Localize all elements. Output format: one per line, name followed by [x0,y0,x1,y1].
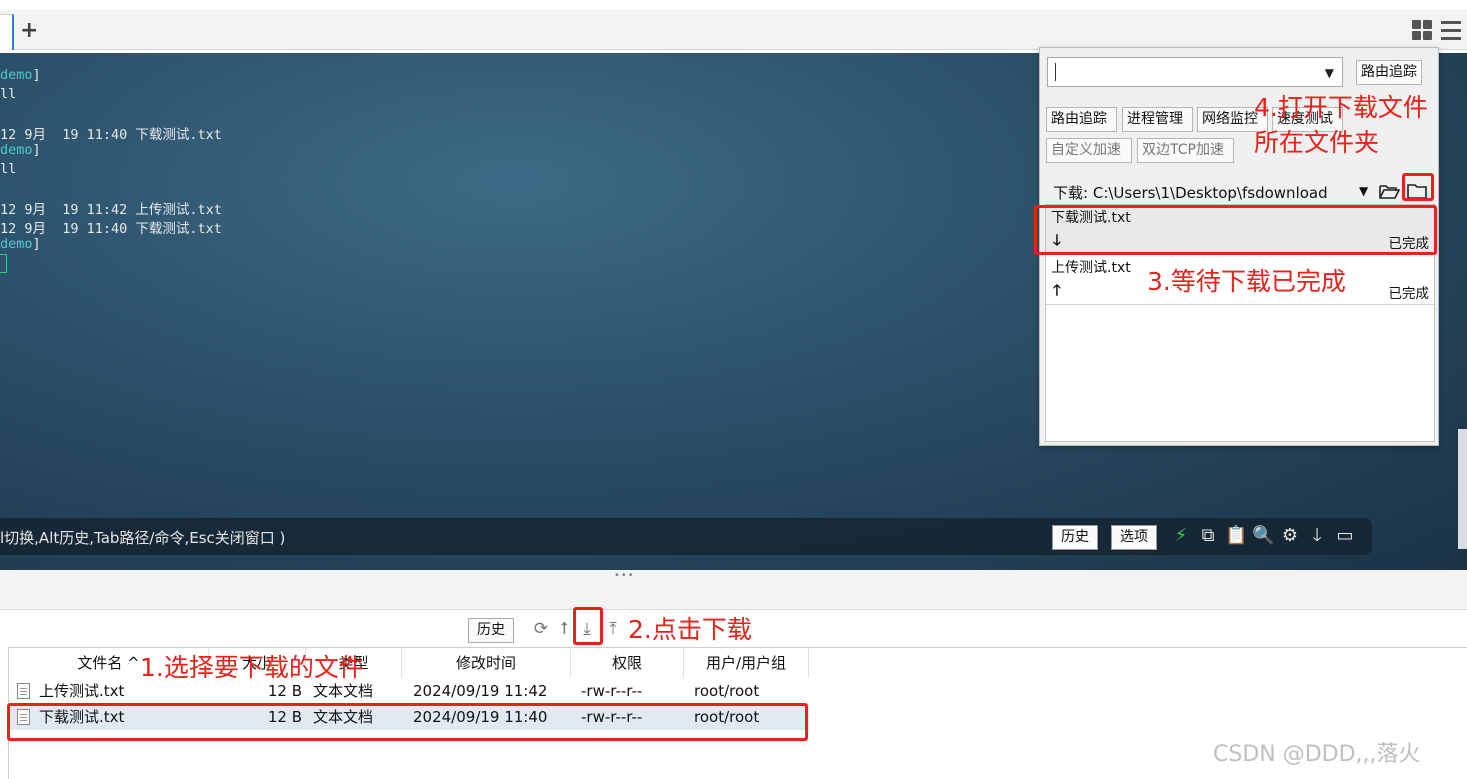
add-tab-button[interactable]: + [20,18,38,44]
annotation-step2: 2.点击下载 [628,615,752,644]
terminal-line: ll [0,161,17,177]
arrow-down-icon[interactable]: 🡓 [1307,525,1327,547]
annotation-box-folder [1402,173,1434,201]
upload-icon[interactable]: ⤒ [603,618,623,640]
transfer-status: 已完成 [1388,286,1430,302]
lightning-icon[interactable]: ⚡ [1171,525,1191,547]
options-button[interactable]: 选项 [1111,525,1157,550]
terminal-line: 12 9月 19 11:40 下载测试.txt [0,127,222,143]
chevron-down-icon[interactable]: ▼ [1359,184,1368,198]
terminal-line: ll [0,86,17,102]
watermark: CSDN @DDD,,,落火 [1213,742,1421,767]
paste-icon[interactable]: 📋 [1225,525,1247,547]
tool-route-trace[interactable]: 路由追踪 [1046,107,1117,132]
terminal-cursor [0,254,7,273]
annotation-step4-line2: 所在文件夹 [1254,128,1380,157]
search-icon[interactable]: 🔍 [1252,525,1274,547]
download-path: 下载: C:\Users\1\Desktop\fsdownload [1053,184,1328,202]
column-header-mtime[interactable]: 修改时间 [402,648,571,678]
table-row[interactable]: 上传测试.txt 12 B 文本文档 2024/09/19 11:42 -rw-… [9,679,809,704]
terminal-line: 12 9月 19 11:40 下载测试.txt [0,221,222,237]
copy-icon[interactable]: ⧉ [1198,525,1218,547]
terminal-line: demo] [0,142,41,158]
grid-layout-icon[interactable] [1412,20,1434,42]
chevron-down-icon[interactable]: ▼ [1325,66,1334,80]
column-header-owner[interactable]: 用户/用户组 [684,648,809,678]
route-trace-button[interactable]: 路由追踪 [1356,60,1422,85]
command-hint[interactable]: l切换,Alt历史,Tab路径/命令,Esc关闭窗口 ) [0,527,285,548]
command-bar: l切换,Alt历史,Tab路径/命令,Esc关闭窗口 ) 历史 选项 ⚡ ⧉ 📋… [0,518,1372,555]
window-icon[interactable]: ▭ [1335,525,1355,547]
file-history-button[interactable]: 历史 [468,618,514,643]
split-divider[interactable]: ••• [0,570,1467,610]
text-file-icon [17,683,30,699]
tool-custom-accel[interactable]: 自定义加速 [1046,138,1132,163]
annotation-box-download [573,607,603,645]
menu-icon[interactable] [1441,21,1463,41]
gear-icon[interactable]: ⚙ [1280,525,1300,547]
annotation-box-file [7,703,808,741]
annotation-step3: 3.等待下载已完成 [1147,267,1346,296]
route-target-input[interactable]: ▼ [1047,57,1343,87]
annotation-step1: 1.选择要下载的文件 [140,653,364,682]
terminal-line: 12 9月 19 11:42 上传测试.txt [0,202,222,218]
folder-open-icon[interactable] [1378,181,1400,201]
terminal-scrollbar[interactable] [1458,429,1467,549]
arrow-up-icon: 🡑 [1053,281,1061,299]
annotation-box-transfer [1034,205,1437,255]
annotation-step4-line1: 4.打开下载文件 [1254,93,1428,122]
terminal-line: demo] [0,67,41,83]
history-button[interactable]: 历史 [1052,525,1098,550]
active-tab[interactable] [0,14,14,50]
refresh-icon[interactable]: ⟳ [531,618,551,640]
column-header-perm[interactable]: 权限 [571,648,684,678]
tool-process-manager[interactable]: 进程管理 [1122,107,1193,132]
upload-path-icon[interactable]: ⭡ [554,618,574,640]
tab-strip: + [0,0,1467,50]
tool-dual-tcp-accel[interactable]: 双边TCP加速 [1137,138,1234,163]
terminal-line: demo] [0,236,41,252]
